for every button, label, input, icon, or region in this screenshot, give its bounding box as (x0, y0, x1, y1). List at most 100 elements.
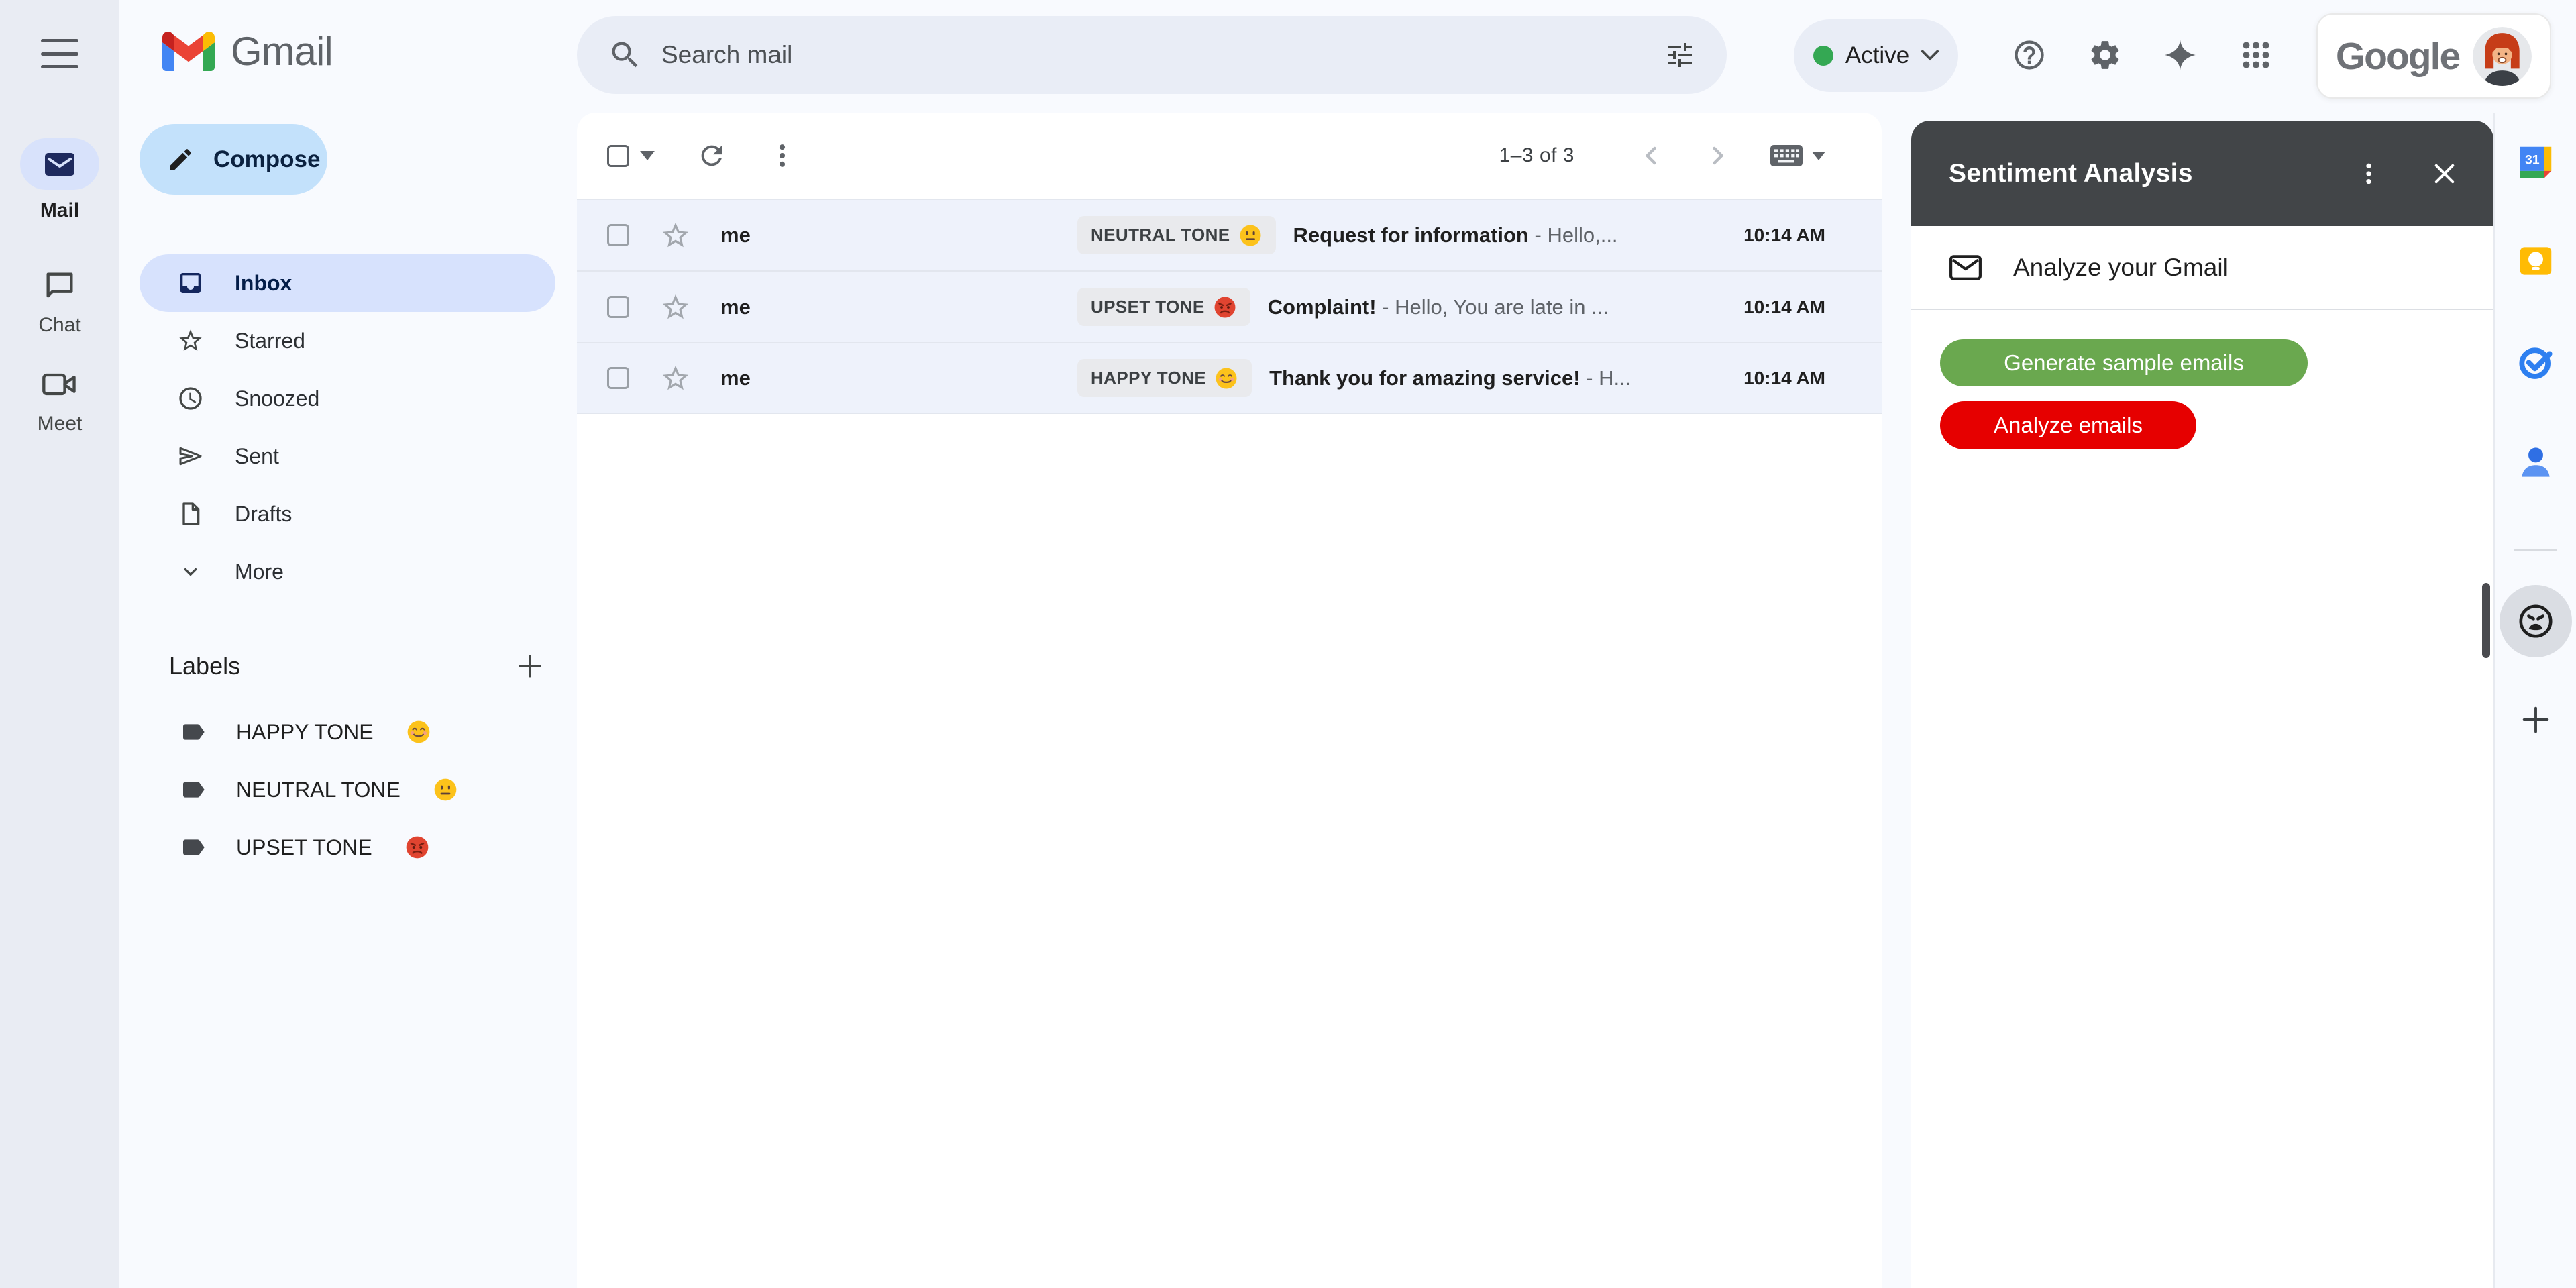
compose-button[interactable]: Compose (140, 124, 327, 195)
label-name: UPSET TONE (236, 835, 372, 860)
label-item-upset-tone[interactable]: UPSET TONE (140, 818, 555, 876)
label-item-neutral-tone[interactable]: NEUTRAL TONE (140, 761, 555, 818)
rail-item-mail[interactable]: Mail (0, 138, 119, 222)
sidebar-nav: Inbox Starred Snoozed Sent Drafts More (140, 254, 555, 600)
keep-icon[interactable] (2515, 240, 2557, 282)
svg-text:31: 31 (2525, 153, 2540, 168)
sparkle-icon[interactable] (2163, 38, 2198, 72)
labels-header: Labels (169, 641, 545, 692)
star-icon (177, 327, 204, 354)
panel-home-row: Analyze your Gmail (1911, 226, 2493, 310)
sidebar-item-label: Sent (235, 444, 279, 469)
sidebar-item-drafts[interactable]: Drafts (140, 485, 555, 543)
select-dropdown-icon[interactable] (640, 151, 655, 160)
more-options-icon[interactable] (767, 141, 797, 170)
neutral-emoji-icon (433, 777, 458, 802)
search-input[interactable] (661, 41, 1645, 69)
analyze-emails-button[interactable]: Analyze emails (1940, 401, 2196, 449)
search-filters-icon[interactable] (1664, 39, 1696, 71)
email-row[interactable]: me HAPPY TONE Thank you for amazing serv… (577, 342, 1882, 414)
sidebar-item-snoozed[interactable]: Snoozed (140, 370, 555, 427)
label-item-happy-tone[interactable]: HAPPY TONE (140, 703, 555, 761)
row-star-icon[interactable] (660, 363, 691, 394)
panel-header: Sentiment Analysis (1911, 121, 2493, 226)
row-star-icon[interactable] (660, 292, 691, 323)
sidebar-item-sent[interactable]: Sent (140, 427, 555, 485)
file-icon (177, 500, 204, 527)
tone-chip[interactable]: HAPPY TONE (1077, 359, 1252, 397)
tasks-icon[interactable] (2515, 341, 2557, 382)
chip-label: NEUTRAL TONE (1091, 225, 1230, 246)
sentiment-analysis-panel: Sentiment Analysis Analyze your Gmail Ge… (1911, 121, 2493, 1288)
panel-actions: Generate sample emails Analyze emails (1911, 310, 2493, 449)
status-selector[interactable]: Active (1794, 19, 1958, 92)
sidebar-item-label: Inbox (235, 271, 292, 296)
apps-grid-icon[interactable] (2239, 38, 2273, 72)
select-all-checkbox[interactable] (607, 145, 629, 167)
mail-active-pill (20, 138, 99, 190)
chip-label: UPSET TONE (1091, 297, 1205, 317)
sidebar-item-inbox[interactable]: Inbox (140, 254, 555, 312)
labels-title: Labels (169, 652, 240, 680)
create-label-button[interactable] (515, 651, 545, 681)
email-row[interactable]: me NEUTRAL TONE Request for information … (577, 199, 1882, 270)
envelope-icon (1949, 254, 1982, 281)
label-tag-icon (180, 834, 207, 861)
rail-item-label: Mail (0, 199, 119, 222)
compose-label: Compose (213, 146, 320, 173)
email-subject: Request for information (1293, 223, 1529, 247)
email-snippet: Hello, You are late in ... (1395, 295, 1609, 319)
rail-item-meet[interactable]: Meet (0, 366, 119, 435)
panel-home-label: Analyze your Gmail (2013, 254, 2229, 282)
tone-chip[interactable]: NEUTRAL TONE (1077, 216, 1276, 254)
contacts-icon[interactable] (2515, 442, 2557, 484)
chip-label: HAPPY TONE (1091, 368, 1206, 388)
companion-rail: 31 (2493, 113, 2576, 1288)
sentiment-addon-icon[interactable] (2500, 585, 2572, 657)
status-label: Active (1845, 42, 1909, 69)
row-checkbox[interactable] (607, 296, 629, 318)
row-checkbox[interactable] (607, 367, 629, 389)
rail-divider (2514, 549, 2557, 551)
chevron-down-icon (177, 558, 204, 585)
angry-emoji-icon (405, 835, 430, 860)
input-tools-keyboard-icon[interactable] (1769, 141, 1825, 170)
browser-profile-chip[interactable]: Google (2316, 13, 2551, 99)
label-tag-icon (180, 776, 207, 803)
labels-list: HAPPY TONE NEUTRAL TONE UPSET TONE (140, 703, 555, 876)
settings-gear-icon[interactable] (2088, 38, 2123, 72)
mail-icon (44, 152, 76, 177)
avatar (2473, 27, 2532, 86)
inbox-icon (177, 270, 204, 297)
tone-chip[interactable]: UPSET TONE (1077, 288, 1250, 326)
panel-more-options-icon[interactable] (2355, 160, 2382, 187)
row-checkbox[interactable] (607, 224, 629, 246)
older-page-icon[interactable] (1703, 141, 1733, 170)
newer-page-icon[interactable] (1636, 141, 1666, 170)
email-snippet: H... (1599, 366, 1631, 390)
search-icon[interactable] (608, 38, 643, 72)
refresh-icon[interactable] (696, 140, 727, 171)
chevron-down-icon (1921, 50, 1939, 62)
rail-item-chat[interactable]: Chat (0, 267, 119, 337)
generate-sample-emails-button[interactable]: Generate sample emails (1940, 339, 2308, 386)
panel-close-icon[interactable] (2430, 160, 2459, 188)
main-menu-button[interactable] (41, 39, 78, 68)
panel-scrollbar[interactable] (2482, 583, 2490, 658)
help-button[interactable] (2012, 38, 2047, 72)
sidebar-item-starred[interactable]: Starred (140, 312, 555, 370)
email-time: 10:14 AM (1743, 368, 1825, 389)
row-star-icon[interactable] (660, 220, 691, 251)
gmail-logo[interactable]: Gmail (162, 28, 333, 74)
email-subject: Complaint! (1268, 295, 1377, 319)
calendar-icon[interactable]: 31 (2515, 142, 2557, 183)
chat-icon (20, 267, 99, 305)
email-subject-snippet: Complaint! - Hello, You are late in ... (1268, 295, 1727, 319)
email-row[interactable]: me UPSET TONE Complaint! - Hello, You ar… (577, 270, 1882, 342)
sidebar-item-more[interactable]: More (140, 543, 555, 600)
angry-emoji-icon (1213, 295, 1237, 319)
get-addons-plus-icon[interactable] (2518, 702, 2553, 737)
label-name: NEUTRAL TONE (236, 777, 400, 802)
email-subject-snippet: Thank you for amazing service! - H... (1269, 366, 1727, 390)
status-dot-icon (1813, 46, 1833, 66)
